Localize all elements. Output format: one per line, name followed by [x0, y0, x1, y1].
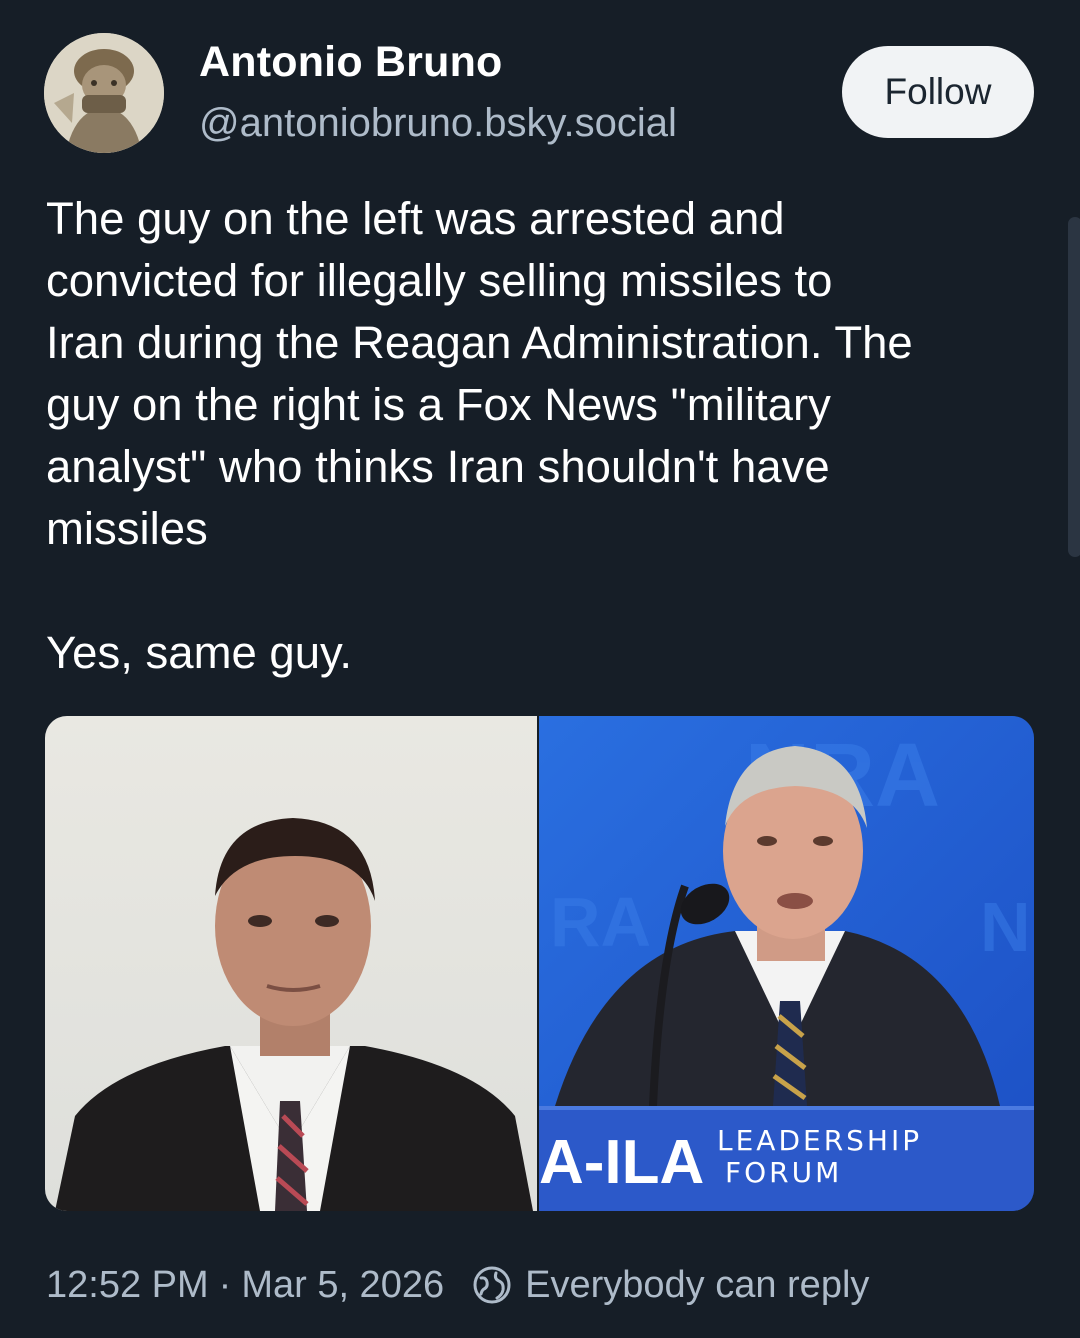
- post-date: Mar 5, 2026: [241, 1263, 445, 1306]
- post-media[interactable]: NRA RA N A-ILA LEADERSHI: [45, 716, 1034, 1211]
- post-meta: 12:52 PM · Mar 5, 2026 Everybody can rep…: [46, 1258, 869, 1312]
- globe-icon: [472, 1265, 512, 1305]
- post-text: The guy on the left was arrested and con…: [46, 193, 913, 678]
- author-avatar[interactable]: [44, 33, 164, 153]
- reply-setting[interactable]: Everybody can reply: [525, 1264, 869, 1307]
- avatar-image-icon: [44, 33, 164, 153]
- banner-line2: FORUM: [725, 1156, 842, 1189]
- photo-older-man-podium-icon: NRA RA N A-ILA LEADERSHI: [539, 716, 1034, 1211]
- scrollbar[interactable]: [1068, 217, 1080, 557]
- post-time: 12:52 PM: [46, 1263, 209, 1306]
- media-collage: NRA RA N A-ILA LEADERSHI: [45, 716, 1034, 1211]
- follow-button[interactable]: Follow: [842, 46, 1034, 138]
- svg-text:RA: RA: [550, 883, 651, 961]
- svg-text:N: N: [980, 888, 1031, 966]
- meta-separator: ·: [218, 1263, 232, 1306]
- banner-logo-text: A-ILA: [539, 1128, 704, 1197]
- author-handle[interactable]: @antoniobruno.bsky.social: [199, 101, 677, 146]
- post-screen: Antonio Bruno @antoniobruno.bsky.social …: [0, 0, 1080, 1338]
- photo-young-man-suit-icon: [45, 716, 537, 1211]
- banner-line1: LEADERSHIP: [717, 1124, 922, 1157]
- author-display-name[interactable]: Antonio Bruno: [199, 38, 503, 87]
